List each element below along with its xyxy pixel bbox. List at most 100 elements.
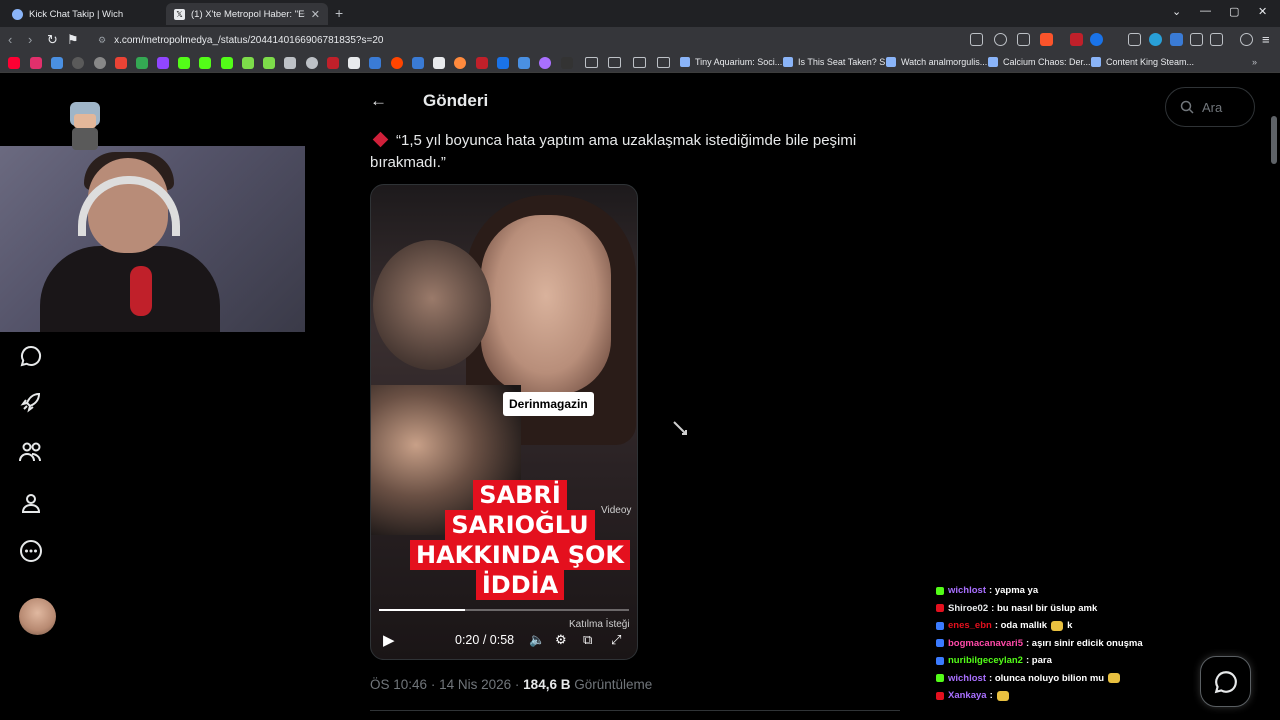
picture-in-picture-icon[interactable]: ⧉ <box>583 632 592 648</box>
reddit-icon[interactable] <box>391 57 403 69</box>
bookmark-site-icon[interactable] <box>306 57 318 69</box>
kick-icon[interactable] <box>221 57 233 69</box>
play-icon[interactable]: ▶ <box>383 631 395 649</box>
zoom-icon[interactable] <box>994 33 1007 46</box>
bookmark-site-icon[interactable] <box>476 57 488 69</box>
anchor-icon[interactable] <box>284 57 296 69</box>
bookmark-site-icon[interactable] <box>51 57 63 69</box>
fullscreen-icon[interactable]: ⤢ <box>611 632 621 648</box>
scrollbar-thumb[interactable] <box>1271 116 1277 164</box>
bookmark-site-icon[interactable] <box>497 57 509 69</box>
search-input[interactable]: Ara <box>1165 87 1255 127</box>
chat-username[interactable]: wichlost <box>948 585 986 596</box>
bookmark-site-icon[interactable] <box>72 57 84 69</box>
back-icon[interactable]: ‹ <box>8 32 12 47</box>
chat-message: wichlost: olunca noluyo bilion mu <box>936 670 1196 688</box>
tab-kick-chat[interactable]: Kick Chat Takip | Wich <box>4 3 164 25</box>
close-tab-icon[interactable]: ✕ <box>311 8 320 21</box>
bookmark-link[interactable]: Tiny Aquarium: Soci... <box>680 57 782 67</box>
bookmark-link[interactable]: Is This Seat Taken? S... <box>783 57 893 67</box>
chat-username[interactable]: enes_ebn <box>948 620 992 631</box>
bookmark-icon[interactable]: ⚑ <box>67 32 79 48</box>
headline-line: İDDİA <box>475 570 565 600</box>
tab-x-post[interactable]: 𝕏 (1) X'te Metropol Haber: "Eşini al ✕ <box>166 3 328 25</box>
brave-shield-icon[interactable] <box>1040 33 1053 46</box>
instagram-icon[interactable] <box>30 57 42 69</box>
chat-text: : <box>989 690 993 702</box>
kick-icon[interactable] <box>199 57 211 69</box>
puzzle-icon[interactable] <box>1190 33 1203 46</box>
bookmark-link[interactable]: Calcium Chaos: Der... <box>988 57 1091 67</box>
chat-username[interactable]: wichlost <box>948 673 986 684</box>
tab-search-icon[interactable]: ⌄ <box>1172 5 1181 18</box>
extension-icon[interactable] <box>1090 33 1103 46</box>
settings-gear-icon[interactable]: ⚙ <box>555 632 567 648</box>
forward-icon[interactable]: › <box>28 32 32 47</box>
x-logo-icon[interactable] <box>348 57 360 69</box>
account-avatar[interactable] <box>19 598 56 635</box>
cast-icon[interactable] <box>970 33 983 46</box>
chat-username[interactable]: Shiroe02 <box>948 603 988 614</box>
steam-icon <box>988 57 998 67</box>
more-bookmarks-icon[interactable]: » <box>1252 57 1257 67</box>
drive-icon[interactable] <box>136 57 148 69</box>
close-window-icon[interactable]: ✕ <box>1258 5 1267 18</box>
extension-icon[interactable] <box>1149 33 1162 46</box>
bookmark-link[interactable]: Content King Steam... <box>1091 57 1194 67</box>
bookmark-site-icon[interactable] <box>242 57 254 69</box>
folder-icon[interactable] <box>608 57 621 68</box>
sidebar-icon[interactable] <box>1210 33 1223 46</box>
extension-icon[interactable] <box>1170 33 1183 46</box>
url-field[interactable]: ⚙ x.com/metropolmedya_/status/2044140166… <box>88 30 968 50</box>
bookmark-site-icon <box>886 57 896 67</box>
twitch-icon[interactable] <box>157 57 169 69</box>
youtube-icon[interactable] <box>8 57 20 69</box>
post-time[interactable]: ÖS 10:46 <box>370 677 427 692</box>
chat-text: : yapma ya <box>989 585 1039 597</box>
folder-icon[interactable] <box>585 57 598 68</box>
bookmark-site-icon[interactable] <box>369 57 381 69</box>
bookmark-site-icon[interactable] <box>94 57 106 69</box>
bookmark-site-icon[interactable] <box>327 57 339 69</box>
minimize-icon[interactable]: — <box>1200 5 1211 17</box>
share-icon[interactable] <box>1017 33 1030 46</box>
site-info-icon[interactable]: ⚙ <box>98 35 106 46</box>
back-arrow-icon[interactable]: ← <box>370 91 390 111</box>
bookmark-site-icon[interactable] <box>412 57 424 69</box>
meta-separator: · <box>514 677 520 692</box>
bookmark-site-icon[interactable] <box>561 57 573 69</box>
video-player[interactable]: Derinmagazin Videoy SABRİ SARIOĞLU HAKKI… <box>370 184 638 660</box>
gmail-icon[interactable] <box>115 57 127 69</box>
volume-icon[interactable]: 🔈 <box>529 632 545 648</box>
profile-icon[interactable] <box>18 490 44 516</box>
extension-icon[interactable] <box>1128 33 1141 46</box>
chat-username[interactable]: Xankaya <box>948 690 987 701</box>
more-icon[interactable] <box>18 538 44 564</box>
rocket-icon[interactable] <box>18 389 44 415</box>
communities-icon[interactable] <box>18 439 44 465</box>
extension-icon[interactable] <box>1070 33 1083 46</box>
bookmark-site-icon[interactable] <box>454 57 466 69</box>
chat-text: : bu nasıl bir üslup amk <box>991 602 1098 614</box>
post-date[interactable]: 14 Nis 2026 <box>439 677 511 692</box>
bookmark-site-icon[interactable] <box>539 57 551 69</box>
new-tab-button[interactable]: + <box>335 5 343 21</box>
folder-icon[interactable] <box>633 57 646 68</box>
video-progress-bar[interactable] <box>379 609 629 611</box>
kick-icon[interactable] <box>178 57 190 69</box>
folder-icon[interactable] <box>657 57 670 68</box>
reload-icon[interactable]: ↻ <box>47 32 58 48</box>
maximize-icon[interactable]: ▢ <box>1229 5 1239 18</box>
messages-fab-button[interactable] <box>1200 656 1251 707</box>
messages-icon[interactable] <box>18 343 44 369</box>
menu-icon[interactable]: ≡ <box>1262 32 1270 47</box>
chat-text: : para <box>1025 655 1052 667</box>
chat-username[interactable]: bogmacanavari5 <box>948 638 1023 649</box>
bookmark-site-icon[interactable] <box>263 57 275 69</box>
post-text: “1,5 yıl boyunca hata yaptım ama uzaklaş… <box>370 130 905 174</box>
amazon-icon[interactable] <box>433 57 445 69</box>
bookmark-link[interactable]: Watch analmorgulis... <box>886 57 987 67</box>
chat-username[interactable]: nuribilgeceylan2 <box>948 655 1023 666</box>
media-icon[interactable] <box>1240 33 1253 46</box>
bookmark-site-icon[interactable] <box>518 57 530 69</box>
